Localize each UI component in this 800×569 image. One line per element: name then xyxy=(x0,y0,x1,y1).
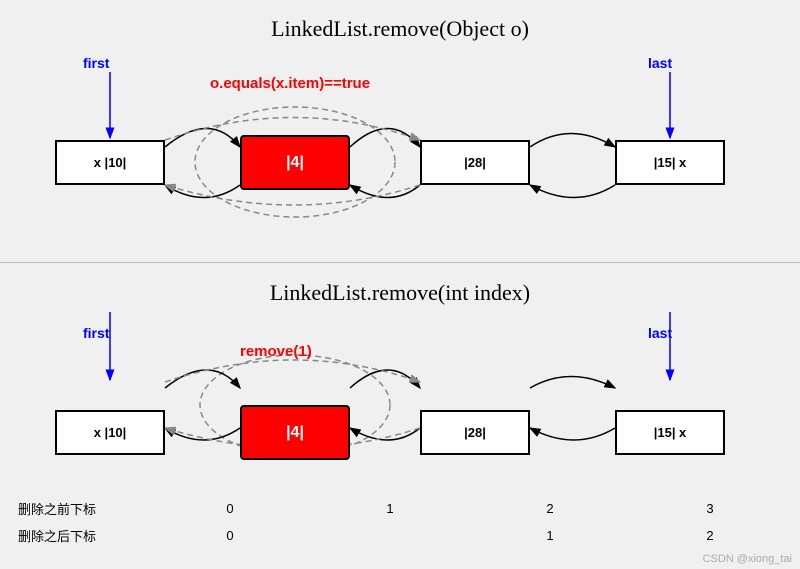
bottom-node-1: x | 10 | xyxy=(55,410,165,455)
top-last-label: last xyxy=(648,55,672,71)
row-after-col2: 1 xyxy=(470,522,630,549)
index-table: 删除之前下标 0 1 2 3 删除之后下标 0 1 2 xyxy=(10,495,790,549)
table-row-after: 删除之后下标 0 1 2 xyxy=(10,522,790,549)
index-table-container: 删除之前下标 0 1 2 3 删除之后下标 0 1 2 xyxy=(0,495,800,549)
top-node-4: | 15 | x xyxy=(615,140,725,185)
top-annotation: o.equals(x.item)==true xyxy=(210,75,370,92)
bottom-first-label: first xyxy=(83,325,109,341)
row-after-col3: 2 xyxy=(630,522,790,549)
bottom-annotation: remove(1) xyxy=(240,343,312,360)
top-first-label: first xyxy=(83,55,109,71)
bottom-last-label: last xyxy=(648,325,672,341)
main-container: LinkedList.remove(Object o) LinkedList.r… xyxy=(0,0,800,569)
row-after-col0: 0 xyxy=(150,522,310,549)
bottom-node-3: | 28 | xyxy=(420,410,530,455)
row-after-col1 xyxy=(310,522,470,549)
top-node-3: | 28 | xyxy=(420,140,530,185)
watermark: CSDN @xiong_tai xyxy=(703,553,792,565)
section-divider xyxy=(0,262,800,263)
top-node-1: x | 10 | xyxy=(55,140,165,185)
row-before-label: 删除之前下标 xyxy=(10,495,150,522)
row-before-col2: 2 xyxy=(470,495,630,522)
row-before-col0: 0 xyxy=(150,495,310,522)
row-before-col3: 3 xyxy=(630,495,790,522)
top-node-2: | 4 | xyxy=(240,135,350,190)
table-row-before: 删除之前下标 0 1 2 3 xyxy=(10,495,790,522)
row-after-label: 删除之后下标 xyxy=(10,522,150,549)
row-before-col1: 1 xyxy=(310,495,470,522)
bottom-node-4: | 15 | x xyxy=(615,410,725,455)
top-title: LinkedList.remove(Object o) xyxy=(0,8,800,42)
bottom-node-2: | 4 | xyxy=(240,405,350,460)
